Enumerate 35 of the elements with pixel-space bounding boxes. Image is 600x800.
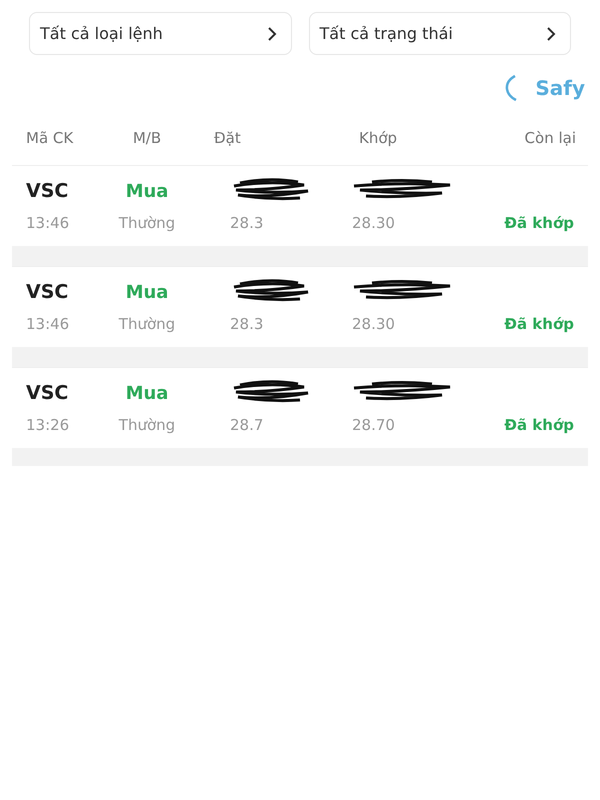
- order-status: Đã khớp: [503, 416, 574, 434]
- order-price: 28.7: [229, 416, 264, 434]
- stock-symbol: VSC: [26, 180, 70, 202]
- column-header: Đặt: [213, 129, 242, 147]
- matched-price: 28.70: [351, 416, 396, 434]
- brand-logo: Safy: [535, 76, 585, 100]
- filter-dropdown[interactable]: Tất cả trạng thái: [308, 12, 571, 55]
- chevron-right-icon: [266, 26, 276, 42]
- order-time: 13:46: [26, 214, 70, 232]
- order-time: 13:26: [26, 416, 70, 434]
- column-header: Mã CK: [26, 129, 74, 147]
- matched-price: 28.30: [351, 214, 396, 232]
- order-type: Thường: [118, 315, 176, 333]
- filter-dropdown[interactable]: Tất cả loại lệnh: [29, 12, 292, 55]
- stock-symbol: VSC: [26, 281, 70, 303]
- order-card[interactable]: VSC Mua 13:46 Thường 28.3 28.30 Đã khớp: [12, 266, 588, 347]
- chevron-right-icon: [546, 26, 556, 42]
- order-status: Đã khớp: [503, 315, 574, 333]
- order-side: Mua: [124, 382, 170, 404]
- order-side: Mua: [124, 282, 170, 302]
- order-side: Mua: [124, 180, 170, 202]
- order-price: 28.3: [229, 315, 264, 333]
- spinner-icon: [503, 73, 520, 103]
- order-type: Thường: [118, 214, 176, 232]
- column-header: M/B: [132, 129, 162, 147]
- order-price: 28.3: [229, 214, 264, 232]
- order-card[interactable]: VSC Mua 13:26 Thường 28.7 28.70 Đã khớp: [12, 367, 588, 448]
- column-header: Còn lại: [524, 129, 576, 147]
- matched-price: 28.30: [351, 315, 396, 333]
- column-header: Khớp: [358, 129, 398, 147]
- order-card[interactable]: VSC Mua 13:46 Thường 28.3 28.30 Đã khớp: [12, 165, 588, 246]
- stock-symbol: VSC: [26, 382, 70, 404]
- order-type: Thường: [118, 416, 176, 434]
- order-time: 13:46: [26, 315, 70, 333]
- order-status: Đã khớp: [503, 214, 574, 232]
